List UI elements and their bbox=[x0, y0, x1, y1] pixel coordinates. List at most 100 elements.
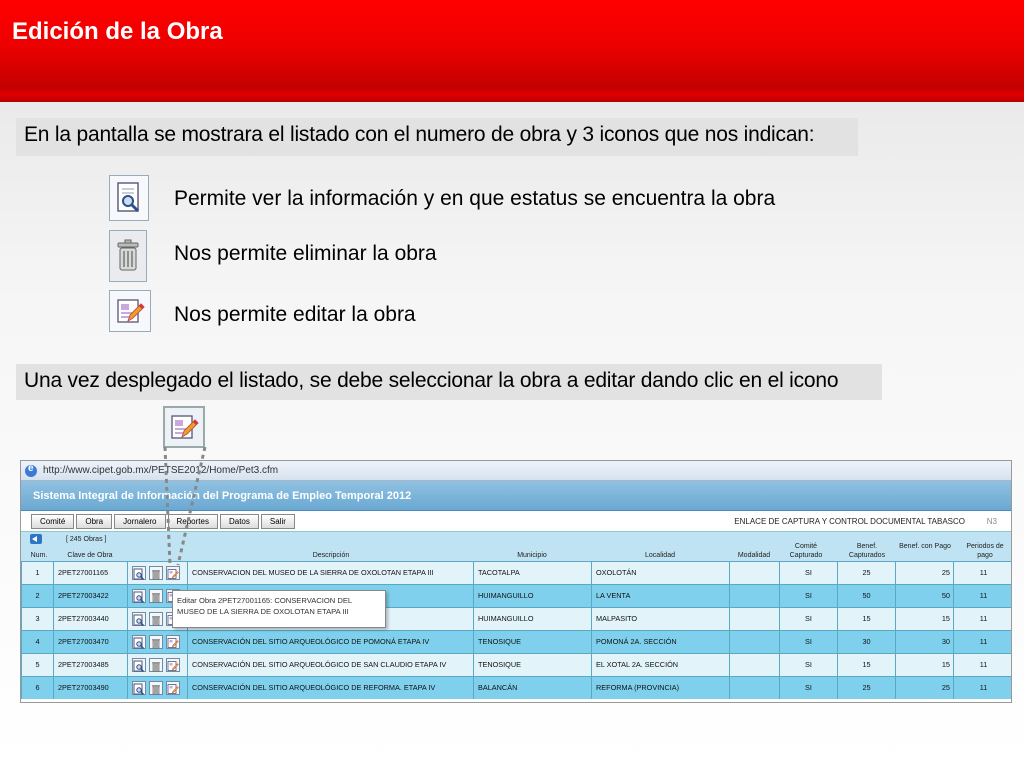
cell-modalidad bbox=[729, 631, 779, 653]
menu-obra-button[interactable]: Obra bbox=[76, 513, 113, 529]
cell-benef-pago: 25 bbox=[895, 562, 953, 584]
col-clave: Clave de Obra bbox=[67, 552, 113, 559]
cell-localidad: LA VENTA bbox=[591, 585, 729, 607]
menu-datos-button[interactable]: Datos bbox=[219, 513, 259, 529]
banner-stripe bbox=[0, 88, 1024, 102]
cell-num: 3 bbox=[21, 608, 53, 630]
legend-view-text: Permite ver la información y en que esta… bbox=[174, 187, 776, 210]
cell-descripcion: CONSERVACION DEL MUSEO DE LA SIERRA DE O… bbox=[187, 562, 473, 584]
cell-benef-pago: 25 bbox=[895, 677, 953, 699]
cell-modalidad bbox=[729, 585, 779, 607]
cell-localidad: OXOLOTÁN bbox=[591, 562, 729, 584]
edit-pencil-icon bbox=[109, 290, 151, 332]
cell-comite: SI bbox=[779, 585, 837, 607]
edit-icon[interactable] bbox=[166, 681, 180, 695]
cell-municipio: HUIMANGUILLO bbox=[473, 608, 591, 630]
cell-comite: SI bbox=[779, 631, 837, 653]
cell-clave: 2PET27003490 bbox=[53, 677, 127, 699]
cell-periodos: 11 bbox=[953, 608, 1011, 630]
level-label: N3 bbox=[986, 517, 997, 526]
cell-descripcion: CONSERVACIÓN DEL SITIO ARQUEOLÓGICO DE S… bbox=[187, 654, 473, 676]
delete-icon[interactable] bbox=[149, 589, 163, 603]
cell-comite: SI bbox=[779, 654, 837, 676]
cell-comite: SI bbox=[779, 562, 837, 584]
menu-salir-button[interactable]: Salir bbox=[260, 513, 295, 529]
back-arrow-icon[interactable] bbox=[30, 534, 42, 544]
col-periodos: Periodos de pago bbox=[966, 543, 1004, 559]
cell-benef-pago: 50 bbox=[895, 585, 953, 607]
cell-benef: 30 bbox=[837, 631, 895, 653]
cell-periodos: 11 bbox=[953, 562, 1011, 584]
col-localidad: Localidad bbox=[645, 552, 675, 559]
legend-delete-text: Nos permite eliminar la obra bbox=[174, 242, 437, 265]
intro-callout: En la pantalla se mostrara el listado co… bbox=[16, 118, 858, 156]
cell-periodos: 11 bbox=[953, 585, 1011, 607]
cell-modalidad bbox=[729, 562, 779, 584]
cell-benef: 50 bbox=[837, 585, 895, 607]
cell-modalidad bbox=[729, 654, 779, 676]
cell-benef-pago: 30 bbox=[895, 631, 953, 653]
cell-clave: 2PET27003485 bbox=[53, 654, 127, 676]
menu-comite-button[interactable]: Comité bbox=[31, 513, 75, 529]
edit-tooltip: Editar Obra 2PET27001165: CONSERVACION D… bbox=[172, 590, 386, 628]
cell-localidad: REFORMA (PROVINCIA) bbox=[591, 677, 729, 699]
edit-pencil-icon-enlarged bbox=[163, 406, 205, 448]
browser-logo-icon bbox=[25, 463, 37, 477]
cell-localidad: EL XOTAL 2A. SECCIÓN bbox=[591, 654, 729, 676]
view-icon[interactable] bbox=[132, 658, 146, 673]
cell-benef: 25 bbox=[837, 562, 895, 584]
view-icon[interactable] bbox=[132, 566, 146, 581]
slide-title: Edición de la Obra bbox=[12, 18, 223, 45]
delete-icon[interactable] bbox=[149, 612, 163, 626]
cell-num: 1 bbox=[21, 562, 53, 584]
cell-num: 5 bbox=[21, 654, 53, 676]
view-icon[interactable] bbox=[132, 589, 146, 604]
cell-comite: SI bbox=[779, 677, 837, 699]
delete-icon[interactable] bbox=[149, 681, 163, 695]
view-icon[interactable] bbox=[132, 681, 146, 696]
cell-periodos: 11 bbox=[953, 631, 1011, 653]
edit-icon[interactable] bbox=[166, 635, 180, 649]
instruction-callout: Una vez desplegado el listado, se debe s… bbox=[16, 364, 882, 400]
edit-icon[interactable] bbox=[166, 658, 180, 672]
cell-localidad: MALPASITO bbox=[591, 608, 729, 630]
delete-icon[interactable] bbox=[149, 635, 163, 649]
zoom-callout-lines bbox=[163, 446, 207, 566]
view-icon[interactable] bbox=[132, 635, 146, 650]
cell-descripcion: CONSERVACIÓN DEL SITIO ARQUEOLÓGICO DE R… bbox=[187, 677, 473, 699]
cell-municipio: BALANCÁN bbox=[473, 677, 591, 699]
cell-modalidad bbox=[729, 608, 779, 630]
col-comite: Comité Capturado bbox=[789, 543, 823, 559]
cell-clave: 2PET27003440 bbox=[53, 608, 127, 630]
trash-icon bbox=[109, 230, 147, 282]
cell-num: 6 bbox=[21, 677, 53, 699]
col-benef: Benef. Capturados bbox=[848, 543, 886, 559]
cell-municipio: TENOSIQUE bbox=[473, 631, 591, 653]
col-benef-pago: Benef. con Pago bbox=[899, 543, 951, 550]
cell-localidad: POMONÁ 2A. SECCIÓN bbox=[591, 631, 729, 653]
title-banner: Edición de la Obra bbox=[0, 0, 1024, 88]
table-row: 6 2PET27003490 CONSERVACIÓN DEL SITIO ARQU… bbox=[21, 676, 1011, 699]
cell-descripcion: CONSERVACIÓN DEL SITIO ARQUEOLÓGICO DE P… bbox=[187, 631, 473, 653]
cell-benef: 15 bbox=[837, 654, 895, 676]
col-municipio: Municipio bbox=[517, 552, 547, 559]
obras-count: [ 245 Obras ] bbox=[66, 536, 107, 543]
view-icon[interactable] bbox=[132, 612, 146, 627]
col-num: Num. bbox=[30, 552, 48, 559]
cell-num: 4 bbox=[21, 631, 53, 653]
cell-periodos: 11 bbox=[953, 654, 1011, 676]
cell-clave: 2PET27003422 bbox=[53, 585, 127, 607]
cell-benef-pago: 15 bbox=[895, 654, 953, 676]
legend-edit-text: Nos permite editar la obra bbox=[174, 303, 416, 326]
cell-modalidad bbox=[729, 677, 779, 699]
cell-clave: 2PET27003470 bbox=[53, 631, 127, 653]
enlace-label: ENLACE DE CAPTURA Y CONTROL DOCUMENTAL T… bbox=[734, 517, 965, 526]
delete-icon[interactable] bbox=[149, 658, 163, 672]
cell-municipio: TENOSIQUE bbox=[473, 654, 591, 676]
table-row: 4 2PET27003470 CONSERVACIÓN DEL SITIO ARQU… bbox=[21, 630, 1011, 653]
cell-municipio: HUIMANGUILLO bbox=[473, 585, 591, 607]
view-magnifier-icon bbox=[109, 175, 149, 221]
table-row: 5 2PET27003485 CONSERVACIÓN DEL SITIO ARQU… bbox=[21, 653, 1011, 676]
table-row: 32PET27003440SITO. ETAPA IVHUIMANGUILLOM… bbox=[21, 607, 1011, 630]
cell-municipio: TACOTALPA bbox=[473, 562, 591, 584]
